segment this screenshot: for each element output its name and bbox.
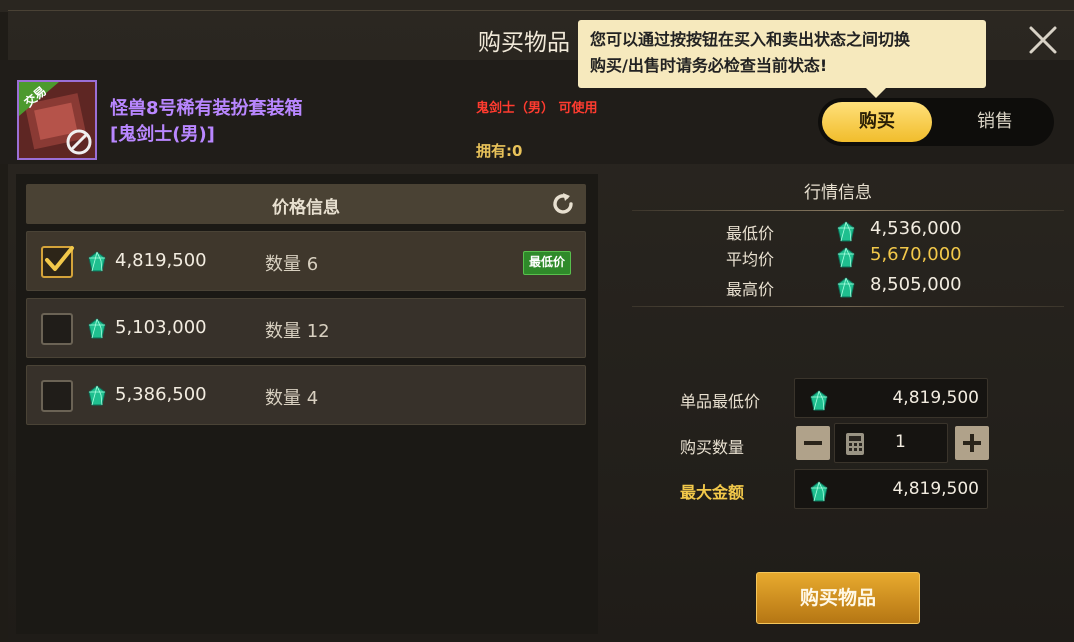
lowest-price-badge: 最低价	[523, 251, 572, 275]
row-quantity: 数量 6	[265, 254, 319, 275]
gem-icon	[88, 251, 106, 272]
refresh-button[interactable]	[550, 191, 576, 217]
price-row[interactable]: 5,103,000 数量 12	[26, 298, 586, 358]
unit-min-price-value: 4,819,500	[892, 388, 979, 408]
sell-mode-button[interactable]: 销售	[940, 102, 1050, 142]
quantity-plus-button[interactable]	[955, 426, 989, 460]
checkmark-icon	[45, 246, 74, 271]
close-button[interactable]	[1026, 23, 1060, 57]
price-row[interactable]: 4,819,500 数量 6 最低价	[26, 231, 586, 291]
minus-icon	[804, 441, 822, 445]
tooltip-arrow	[866, 88, 886, 98]
item-name-line1: 怪兽8号稀有装扮套装箱	[110, 98, 303, 119]
class-requirement: 鬼剑士（男） 可使用	[476, 101, 598, 116]
gem-icon	[837, 247, 855, 268]
market-average-value: 5,670,000	[870, 244, 962, 265]
gem-icon	[88, 318, 106, 339]
dialog-title: 购买物品	[478, 30, 570, 56]
divider	[632, 306, 1064, 307]
quantity-minus-button[interactable]	[796, 426, 830, 460]
row-price: 4,819,500	[115, 250, 207, 271]
row-checkbox[interactable]	[41, 380, 73, 412]
market-highest-label: 最高价	[726, 280, 775, 299]
market-average-row: 平均价 5,670,000	[632, 244, 1064, 272]
row-price: 5,386,500	[115, 384, 207, 405]
buy-quantity-label: 购买数量	[680, 438, 745, 457]
buy-mode-button[interactable]: 购买	[822, 102, 932, 142]
item-icon: 交易	[17, 80, 97, 160]
price-row[interactable]: 5,386,500 数量 4	[26, 365, 586, 425]
row-quantity: 数量 12	[265, 321, 330, 342]
gem-icon	[88, 385, 106, 406]
market-lowest-row: 最低价 4,536,000	[632, 218, 1064, 246]
item-name: 怪兽8号稀有装扮套装箱 [鬼剑士(男)]	[110, 96, 303, 148]
row-price: 5,103,000	[115, 317, 207, 338]
mode-switch-tooltip: 您可以通过按按钮在买入和卖出状态之间切换 购买/出售时请务必检查当前状态!	[578, 20, 986, 98]
unit-min-price-label: 单品最低价	[680, 392, 761, 411]
quantity-stepper-field[interactable]: 1	[834, 423, 948, 463]
close-icon	[1029, 26, 1057, 54]
refresh-icon	[553, 193, 573, 214]
gem-icon	[837, 221, 855, 242]
gem-icon	[810, 481, 828, 502]
item-name-line2: [鬼剑士(男)]	[110, 124, 215, 145]
tooltip-line2: 购买/出售时请务必检查当前状态!	[590, 56, 828, 75]
buy-sell-toggle: 购买 销售	[818, 98, 1054, 146]
max-amount-label: 最大金额	[680, 483, 745, 502]
market-highest-row: 最高价 8,505,000	[632, 274, 1064, 302]
price-info-title: 价格信息	[272, 198, 340, 218]
price-info-header: 价格信息	[26, 184, 586, 224]
max-amount-value: 4,819,500	[892, 479, 979, 499]
buy-item-button[interactable]: 购买物品	[756, 572, 920, 624]
owned-count: 拥有:0	[476, 142, 523, 160]
row-checkbox[interactable]	[41, 246, 74, 278]
gem-icon	[810, 390, 828, 411]
row-checkbox[interactable]	[41, 313, 73, 345]
market-highest-value: 8,505,000	[870, 274, 962, 295]
plus-icon	[963, 434, 981, 452]
row-quantity: 数量 4	[265, 388, 319, 409]
tooltip-line1: 您可以通过按按钮在买入和卖出状态之间切换	[590, 30, 911, 49]
market-lowest-label: 最低价	[726, 224, 775, 243]
market-average-label: 平均价	[726, 250, 775, 269]
gem-icon	[837, 277, 855, 298]
calculator-icon[interactable]	[845, 432, 865, 456]
market-info-title: 行情信息	[804, 183, 872, 203]
divider	[632, 210, 1064, 211]
max-amount-field: 4,819,500	[794, 469, 988, 509]
unit-min-price-field: 4,819,500	[794, 378, 988, 418]
market-lowest-value: 4,536,000	[870, 218, 962, 239]
